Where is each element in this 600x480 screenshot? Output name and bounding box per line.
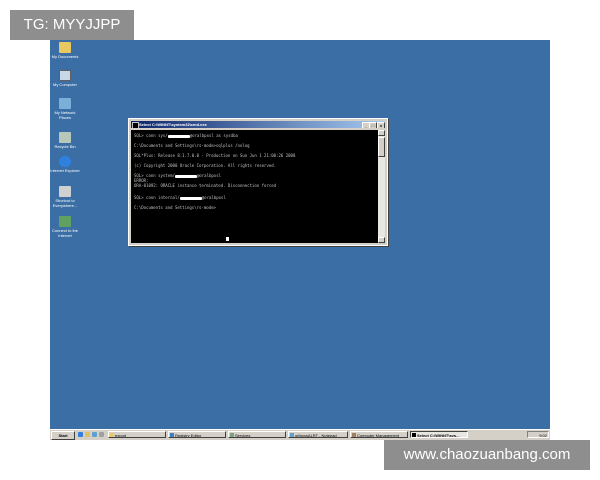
taskbar-button-label: Select C:\WINNT\sys... <box>417 433 460 438</box>
scroll-down-arrow[interactable] <box>378 237 385 243</box>
console-line: SQL*Plus: Release 8.1.7.0.0 - Production… <box>134 153 296 158</box>
scroll-thumb[interactable] <box>378 137 385 157</box>
desktop-icon-connect-internet[interactable]: Connect to the Internet <box>50 216 80 238</box>
watermark-tag: TG: MYYJJPP <box>10 10 134 40</box>
taskbar-button[interactable]: Registry Editor <box>168 431 226 438</box>
network-icon <box>59 98 71 109</box>
quicklaunch-outlook-icon[interactable] <box>85 432 90 437</box>
task-notepad-icon <box>290 433 294 437</box>
window-titlebar[interactable]: Select C:\WINNT\system32\cmd.exe _ □ x <box>131 121 385 128</box>
taskbar-button-label: Computer Management <box>357 433 400 438</box>
desktop-icon-label: Connect to the Internet <box>51 228 79 238</box>
desktop-icon-internet-explorer[interactable]: Internet Explorer <box>50 156 80 173</box>
taskbar-button[interactable]: Services <box>228 431 286 438</box>
task-computer-management-icon <box>352 433 356 437</box>
task-regedit-icon <box>170 433 174 437</box>
console-line: (c) Copyright 2000 Oracle Corporation. A… <box>134 163 277 168</box>
taskbar: Start export Registry Editor Services or… <box>50 429 550 440</box>
desktop-icon-recycle-bin[interactable]: Recycle Bin <box>50 132 80 149</box>
maximize-button[interactable]: □ <box>369 122 377 128</box>
desktop-icon-shortcut[interactable]: Shortcut to Everywhere... <box>50 186 80 208</box>
taskbar-button-label: Registry Editor <box>175 433 202 438</box>
taskbar-button-label: export <box>115 433 127 438</box>
close-button[interactable]: x <box>377 122 385 128</box>
redaction <box>167 134 190 138</box>
internet-explorer-icon <box>59 156 71 167</box>
desktop-icon-label: My Network Places <box>54 110 76 120</box>
desktop: My Documents My Computer My Network Plac… <box>50 40 550 440</box>
connect-icon <box>59 216 71 227</box>
task-cmd-icon <box>412 433 416 437</box>
taskbar-button[interactable]: Computer Management <box>350 431 408 438</box>
taskbar-button[interactable]: orlbpxsALRT - Notepad <box>288 431 348 438</box>
taskbar-button-label: Services <box>235 433 251 438</box>
desktop-icon-my-computer[interactable]: My Computer <box>50 70 80 87</box>
console-output[interactable]: SQL> conn sys/@oralbpxsl as sysdba C:\Do… <box>131 130 378 243</box>
desktop-icon-label: Internet Explorer <box>50 168 80 173</box>
cmd-icon <box>132 122 139 128</box>
console-line: ORA-01092: ORACLE instance terminated. D… <box>134 183 277 188</box>
desktop-icon-label: My Computer <box>52 82 77 87</box>
redaction <box>174 174 197 178</box>
shortcut-icon <box>59 186 71 197</box>
desktop-icon-label: My Documents <box>51 54 79 59</box>
taskbar-button[interactable]: export <box>108 431 166 438</box>
quicklaunch-desktop-icon[interactable] <box>92 432 97 437</box>
console-line: C:\Documents and Settings\rs-mode> <box>134 205 216 210</box>
desktop-icon-network-places[interactable]: My Network Places <box>50 98 80 120</box>
console-line: SQL> conn sys/@oralbpxsl as sysdba <box>134 133 238 138</box>
desktop-icon-my-documents[interactable]: My Documents <box>50 42 80 59</box>
task-services-icon <box>230 433 234 437</box>
taskbar-button-label: orlbpxsALRT - Notepad <box>295 433 337 438</box>
tray-clock[interactable]: 9:02 <box>539 433 547 438</box>
text-cursor <box>226 237 229 241</box>
computer-icon <box>59 70 71 81</box>
console-line: SQL> conn internal/@oralbpxsl <box>134 195 226 200</box>
watermark-site: www.chaozuanbang.com <box>384 440 590 470</box>
task-folder-icon <box>110 433 114 437</box>
desktop-icon-label: Shortcut to Everywhere... <box>52 198 78 208</box>
quicklaunch-ie-icon[interactable] <box>78 432 83 437</box>
redaction <box>179 196 202 200</box>
scroll-up-arrow[interactable] <box>378 130 385 136</box>
quicklaunch-media-icon[interactable] <box>99 432 104 437</box>
window-title: Select C:\WINNT\system32\cmd.exe <box>139 122 207 127</box>
console-line: C:\Documents and Settings\rs-mode>sqlplu… <box>134 143 250 148</box>
recycle-bin-icon <box>59 132 71 143</box>
system-tray: 9:02 <box>527 431 549 438</box>
vertical-scrollbar[interactable] <box>378 130 385 243</box>
desktop-icon-label: Recycle Bin <box>54 144 76 149</box>
start-button[interactable]: Start <box>51 431 75 440</box>
cmd-window[interactable]: Select C:\WINNT\system32\cmd.exe _ □ x S… <box>128 118 388 246</box>
folder-icon <box>59 42 71 53</box>
taskbar-button-active[interactable]: Select C:\WINNT\sys... <box>410 431 468 438</box>
